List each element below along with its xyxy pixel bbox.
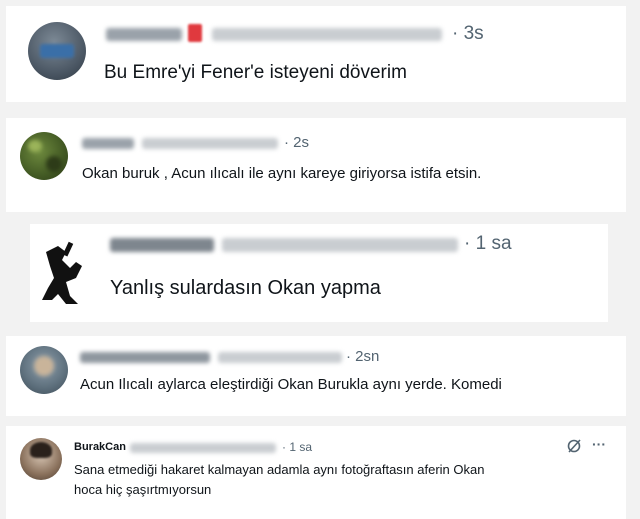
tweet-time[interactable]: · 1 sa bbox=[464, 233, 512, 255]
tweet-text: Yanlış sulardasın Okan yapma bbox=[110, 277, 381, 299]
tweet-card-3[interactable]: · 1 sa Yanlış sulardasın Okan yapma bbox=[30, 224, 608, 322]
tweet-card-1[interactable]: · 3s Bu Emre'yi Fener'e isteyeni döverim bbox=[6, 6, 626, 102]
redacted-display-name bbox=[106, 28, 182, 41]
avatar-silhouette bbox=[42, 241, 82, 304]
more-icon[interactable]: ··· bbox=[592, 436, 606, 452]
redacted-handle bbox=[142, 138, 278, 149]
redacted-display-name bbox=[82, 138, 134, 149]
tweet-card-2[interactable]: · 2s Okan buruk , Acun ılıcalı ile aynı … bbox=[6, 118, 626, 212]
tweet-text: Bu Emre'yi Fener'e isteyeni döverim bbox=[104, 62, 407, 83]
tweet-time[interactable]: · 1 sa bbox=[282, 440, 312, 454]
redacted-handle bbox=[212, 28, 442, 41]
redacted-display-name bbox=[110, 238, 214, 252]
avatar[interactable] bbox=[20, 346, 68, 394]
redacted-handle bbox=[130, 443, 276, 453]
avatar[interactable] bbox=[28, 22, 86, 80]
tweet-card-5[interactable]: BurakCan · 1 sa ··· Sana etmediği hakare… bbox=[6, 426, 626, 519]
redacted-handle bbox=[218, 352, 342, 363]
display-name[interactable]: BurakCan bbox=[74, 441, 126, 453]
redacted-display-name bbox=[80, 352, 210, 363]
tweet-text: Acun Ilıcalı aylarca eleştirdiği Okan Bu… bbox=[80, 376, 502, 393]
tweet-time[interactable]: · 2sn bbox=[346, 348, 379, 365]
redacted-handle bbox=[222, 238, 458, 252]
grok-icon[interactable] bbox=[566, 438, 582, 454]
tweet-text-line-1: Sana etmediği hakaret kalmayan adamla ay… bbox=[74, 462, 485, 477]
avatar[interactable] bbox=[20, 438, 62, 480]
tweet-time[interactable]: · 3s bbox=[452, 23, 484, 45]
tweet-card-4[interactable]: · 2sn Acun Ilıcalı aylarca eleştirdiği O… bbox=[6, 336, 626, 416]
tweet-time[interactable]: · 2s bbox=[284, 134, 309, 151]
redacted-badge bbox=[188, 24, 202, 42]
avatar[interactable] bbox=[36, 238, 94, 308]
tweet-text: Okan buruk , Acun ılıcalı ile aynı karey… bbox=[82, 165, 482, 182]
avatar[interactable] bbox=[20, 132, 68, 180]
tweet-text-line-2: hoca hiç şaşırtmıyorsun bbox=[74, 482, 212, 497]
